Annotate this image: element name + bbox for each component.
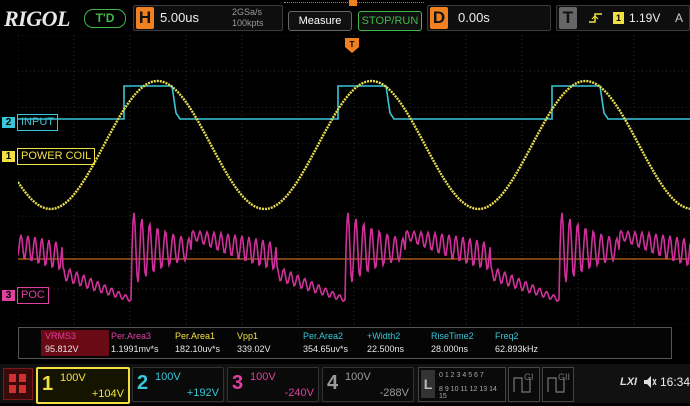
- rising-edge-icon: [589, 13, 602, 23]
- measurement-value: 354.65uv*s: [303, 344, 349, 354]
- measure-button[interactable]: Measure: [288, 11, 352, 31]
- measurement-item[interactable]: VRMS3 95.812V: [41, 330, 109, 356]
- generator-2-button[interactable]: GII: [542, 367, 574, 402]
- trigger-time-marker-icon: T: [345, 38, 359, 53]
- brand-logo: RIGOL: [4, 6, 70, 31]
- measurement-value: 62.893kHz: [495, 344, 539, 354]
- bottom-channel-bar: L 0 1 2 3 4 5 6 7 8 9 10 11 12 13 14 15 …: [0, 364, 690, 404]
- graticule-grid: [18, 35, 690, 325]
- ch2-label: INPUT: [17, 114, 58, 131]
- delay-panel[interactable]: D 0.00s: [427, 5, 551, 31]
- trigger-position-icon: [349, 0, 357, 6]
- ch2-offset-marker[interactable]: 2: [2, 117, 15, 128]
- logic-analyzer-panel[interactable]: L 0 1 2 3 4 5 6 7 8 9 10 11 12 13 14 15: [418, 367, 506, 402]
- channel-offset: +104V: [91, 388, 124, 400]
- memory-bar-right: [354, 2, 424, 9]
- channel-2-box[interactable]: 2 100V +192V: [132, 367, 224, 402]
- channel-scale: 100V: [250, 371, 276, 383]
- measurement-value: 95.812V: [45, 344, 79, 354]
- channel-offset: -240V: [284, 387, 314, 399]
- trigger-source-badge: 1: [613, 12, 624, 24]
- channel-offset: -288V: [379, 387, 409, 399]
- sample-rate: 2GSa/s: [232, 7, 263, 17]
- delay-key: D: [430, 7, 448, 29]
- stop-run-button[interactable]: STOP/RUN: [358, 11, 422, 31]
- horizontal-key: H: [136, 7, 154, 29]
- measurement-item[interactable]: Per.Area1 182.10uv*s: [175, 330, 220, 356]
- channel-number: 1: [42, 373, 54, 395]
- generator-2-label: GII: [558, 372, 571, 382]
- measurement-name: Per.Area1: [175, 331, 216, 341]
- clock-time: 16:34: [660, 375, 690, 389]
- measurement-item[interactable]: Per.Area2 354.65uv*s: [303, 330, 348, 356]
- measurement-name: +Width2: [367, 331, 401, 341]
- channel-4-box[interactable]: 4 100V -288V: [322, 367, 414, 402]
- channel-scale: 100V: [345, 371, 371, 383]
- measurement-name: RiseTime2: [431, 331, 474, 341]
- top-status-bar: RIGOL T'D H 5.00us 2GSa/s 100kpts Measur…: [0, 0, 690, 34]
- measurement-value: 28.000ns: [431, 344, 469, 354]
- ch3-offset-marker[interactable]: 3: [2, 290, 15, 301]
- ch3-label: POC: [17, 287, 49, 304]
- measurement-results-bar[interactable]: VRMS3 95.812V Per.Area3 1.1991mv*s Per.Area1…: [18, 327, 672, 359]
- ch1-offset-marker[interactable]: 1: [2, 151, 15, 162]
- trigger-mode: A: [675, 11, 684, 25]
- measurement-value: 182.10uv*s: [175, 344, 221, 354]
- generator-1-button[interactable]: GI: [508, 367, 540, 402]
- channel-scale: 100V: [155, 371, 181, 383]
- measurement-value: 1.1991mv*s: [111, 344, 159, 354]
- grid-menu-icon[interactable]: [3, 368, 33, 400]
- channel-scale: 100V: [60, 372, 86, 384]
- horizontal-timebase-panel[interactable]: H 5.00us 2GSa/s 100kpts: [133, 5, 283, 31]
- memory-bar: [284, 2, 354, 7]
- ch1-waveform: [18, 79, 690, 211]
- speaker-muted-icon[interactable]: [643, 375, 657, 389]
- waveform-display[interactable]: [18, 35, 690, 325]
- trigger-key: T: [559, 7, 577, 29]
- channel-number: 3: [232, 372, 244, 394]
- ch1-label: POWER COIL: [17, 148, 96, 165]
- measurement-value: 339.02V: [237, 344, 271, 354]
- memory-depth: 100kpts: [232, 18, 264, 28]
- delay-value: 0.00s: [458, 10, 490, 25]
- lxi-logo: LXI: [620, 376, 638, 388]
- measurement-name: VRMS3: [45, 331, 77, 341]
- measurement-item[interactable]: Vpp1 339.02V: [237, 330, 271, 356]
- measurement-value: 22.500ns: [367, 344, 405, 354]
- measurement-item[interactable]: Freq2 62.893kHz: [495, 330, 538, 356]
- measurement-name: Vpp1: [237, 331, 259, 341]
- measurement-name: Per.Area2: [303, 331, 344, 341]
- logic-key: L: [421, 370, 435, 398]
- measurement-item[interactable]: +Width2 22.500ns: [367, 330, 404, 356]
- trigger-panel[interactable]: T 1 1.19V A: [556, 5, 690, 31]
- channel-3-box[interactable]: 3 100V -240V: [227, 367, 319, 402]
- measure-button-group: Measure: [284, 2, 354, 32]
- generator-1-label: GI: [524, 372, 534, 382]
- trigger-level-value: 1.19V: [629, 11, 661, 25]
- measurement-item[interactable]: Per.Area3 1.1991mv*s: [111, 330, 159, 356]
- channel-offset: +192V: [186, 387, 219, 399]
- channel-number: 2: [137, 372, 149, 394]
- svg-text:T: T: [350, 40, 355, 49]
- measurement-item[interactable]: RiseTime2 28.000ns: [431, 330, 474, 356]
- logic-channels-high: 8 9 10 11 12 13 14 15: [439, 386, 497, 400]
- channel-number: 4: [327, 372, 339, 394]
- channel-1-box[interactable]: 1 100V +104V: [36, 367, 130, 404]
- timebase-value: 5.00us: [160, 10, 200, 25]
- measurement-name: Per.Area3: [111, 331, 152, 341]
- measurement-name: Freq2: [495, 331, 519, 341]
- run-state-badge[interactable]: T'D: [84, 9, 126, 28]
- logic-channels-low: 0 1 2 3 4 5 6 7: [439, 372, 484, 379]
